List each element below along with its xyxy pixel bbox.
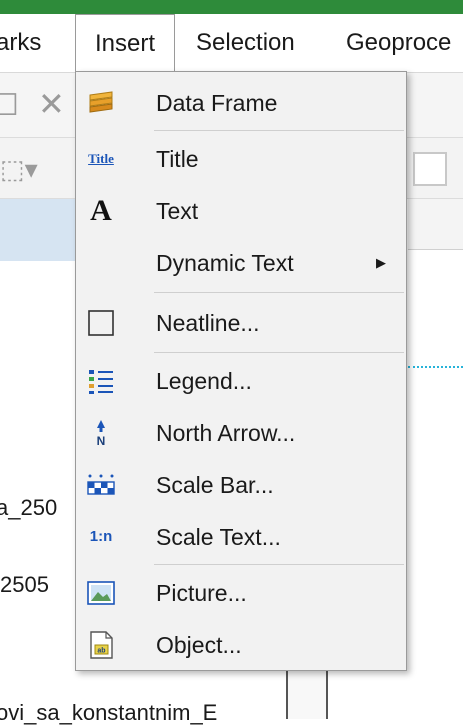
menu-separator	[154, 292, 404, 293]
menu-bar: arks Insert Selection Geoproce	[0, 14, 463, 73]
toc-layer-label[interactable]: a_250	[0, 495, 57, 521]
menu-item-object[interactable]: ab Object...	[76, 620, 406, 670]
menu-item-scale-text[interactable]: 1:n Scale Text...	[76, 512, 406, 562]
north-arrow-icon: N	[86, 419, 116, 448]
select-elements-icon[interactable]: ⬚▾	[0, 154, 38, 184]
menu-item-label: Dynamic Text	[156, 250, 294, 276]
menu-item-title[interactable]: Title Title	[76, 134, 406, 184]
submenu-arrow-icon: ▶	[376, 255, 386, 270]
title-icon: Title	[86, 145, 116, 173]
layout-view-header	[408, 199, 463, 250]
legend-icon	[86, 367, 116, 395]
menu-item-label: Legend...	[156, 368, 252, 394]
svg-text:N: N	[97, 434, 106, 447]
delete-icon[interactable]: ✕	[38, 88, 65, 120]
menu-insert[interactable]: Insert	[75, 14, 175, 72]
table-of-contents-header	[0, 199, 76, 261]
menu-item-legend[interactable]: Legend...	[76, 356, 406, 406]
menu-item-north-arrow[interactable]: N North Arrow...	[76, 408, 406, 458]
insert-dropdown-menu: Data Frame Title Title A Text Dynamic Te…	[75, 71, 407, 671]
menu-bookmarks[interactable]: arks	[0, 14, 41, 72]
svg-text:ab: ab	[97, 648, 105, 655]
toc-layer-label[interactable]: 2505	[0, 572, 49, 598]
menu-item-neatline[interactable]: Neatline...	[76, 298, 406, 348]
toc-layer-label[interactable]: ovi_sa_konstantnim_E	[0, 700, 217, 726]
menu-separator	[154, 130, 404, 131]
menu-item-label: Neatline...	[156, 310, 260, 336]
title-icon-glyph: Title	[88, 151, 114, 166]
menu-separator	[154, 352, 404, 353]
text-icon-glyph: A	[90, 194, 112, 227]
menu-geoprocessing[interactable]: Geoproce	[346, 14, 451, 72]
menu-item-label: North Arrow...	[156, 420, 296, 446]
menu-selection[interactable]: Selection	[196, 14, 295, 72]
menu-item-label: Picture...	[156, 580, 247, 606]
menu-separator	[154, 564, 404, 565]
menu-item-label: Data Frame	[156, 90, 278, 116]
layout-guide-line	[408, 366, 463, 368]
menu-item-label: Scale Text...	[156, 524, 281, 550]
menu-item-label: Title	[156, 146, 199, 172]
object-icon: ab	[86, 631, 116, 659]
picture-icon	[86, 579, 116, 607]
zoom-box[interactable]	[413, 152, 447, 186]
menu-item-label: Object...	[156, 632, 242, 658]
neatline-icon	[86, 309, 116, 337]
text-icon: A	[86, 194, 116, 227]
copy-icon[interactable]: ☐	[0, 91, 19, 121]
menu-item-data-frame[interactable]: Data Frame	[76, 78, 406, 128]
menu-item-picture[interactable]: Picture...	[76, 568, 406, 618]
menu-item-label: Text	[156, 198, 199, 224]
scale-text-icon: 1:n	[86, 523, 116, 551]
data-frame-icon	[86, 89, 116, 117]
menu-item-label: Scale Bar...	[156, 472, 274, 498]
window-accent-bar	[0, 0, 463, 14]
menu-item-dynamic-text[interactable]: Dynamic Text ▶	[76, 238, 406, 288]
menu-item-scale-bar[interactable]: Scale Bar...	[76, 460, 406, 510]
scale-bar-icon	[86, 471, 116, 499]
scale-text-icon-glyph: 1:n	[89, 528, 113, 545]
menu-item-text[interactable]: A Text	[76, 186, 406, 236]
